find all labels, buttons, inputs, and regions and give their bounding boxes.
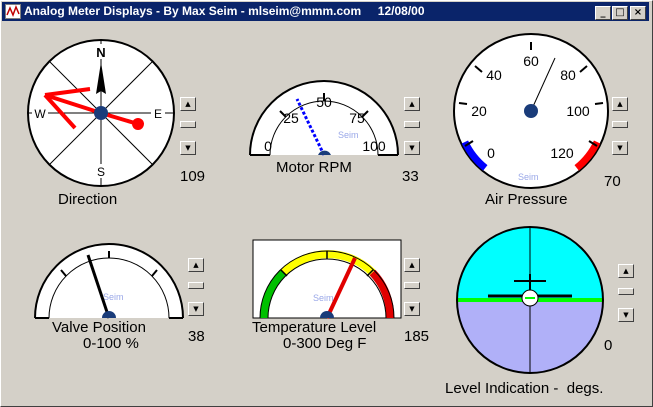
temp-value: 185 bbox=[404, 328, 430, 345]
pressure-up-button[interactable]: ▲ bbox=[612, 97, 628, 111]
rpm-spinner[interactable]: ▲ ▼ bbox=[404, 97, 420, 159]
pressure-tick-60: 60 bbox=[523, 53, 539, 69]
pressure-gauge: 0 20 40 60 80 100 120 Seim bbox=[453, 33, 609, 189]
rpm-tick-50: 50 bbox=[316, 94, 332, 110]
rpm-up-button[interactable]: ▲ bbox=[404, 97, 420, 111]
level-label: Level Indication - degs. bbox=[445, 380, 604, 397]
rpm-tick-25: 25 bbox=[283, 110, 299, 126]
valve-down-button[interactable]: ▼ bbox=[188, 302, 204, 316]
valve-up-button[interactable]: ▲ bbox=[188, 258, 204, 272]
pressure-tick-80: 80 bbox=[560, 67, 576, 83]
rpm-tick-0: 0 bbox=[264, 138, 272, 154]
pressure-tick-20: 20 bbox=[471, 103, 487, 119]
compass-n: N bbox=[96, 45, 105, 60]
rpm-down-button[interactable]: ▼ bbox=[404, 141, 420, 155]
pressure-tick-0: 0 bbox=[487, 145, 495, 161]
level-slider-thumb[interactable] bbox=[618, 288, 634, 295]
valve-watermark: Seim bbox=[103, 292, 124, 302]
direction-slider-thumb[interactable] bbox=[180, 121, 196, 128]
level-gauge bbox=[456, 226, 604, 374]
direction-gauge: N E S W bbox=[27, 39, 175, 187]
direction-label: Direction bbox=[58, 191, 118, 208]
valve-slider-thumb[interactable] bbox=[188, 282, 204, 289]
compass-e: E bbox=[154, 107, 162, 121]
pressure-slider-thumb[interactable] bbox=[612, 121, 628, 128]
temp-spinner[interactable]: ▲ ▼ bbox=[404, 258, 420, 320]
pressure-tick-120: 120 bbox=[550, 145, 574, 161]
pressure-down-button[interactable]: ▼ bbox=[612, 141, 628, 155]
pressure-tick-40: 40 bbox=[486, 67, 502, 83]
pressure-value: 70 bbox=[604, 173, 621, 190]
temp-down-button[interactable]: ▼ bbox=[404, 302, 420, 316]
pressure-watermark: Seim bbox=[518, 172, 539, 182]
valve-sublabel: 0-100 % bbox=[83, 335, 139, 352]
rpm-watermark: Seim bbox=[338, 130, 359, 140]
temp-up-button[interactable]: ▲ bbox=[404, 258, 420, 272]
temp-slider-thumb[interactable] bbox=[404, 282, 420, 289]
level-value: 0 bbox=[604, 337, 613, 354]
rpm-tick-100: 100 bbox=[362, 138, 386, 154]
direction-up-button[interactable]: ▲ bbox=[180, 97, 196, 111]
direction-down-button[interactable]: ▼ bbox=[180, 141, 196, 155]
rpm-tick-75: 75 bbox=[349, 110, 365, 126]
valve-value: 38 bbox=[188, 328, 205, 345]
temp-watermark: Seim bbox=[313, 293, 334, 303]
direction-value: 109 bbox=[180, 168, 206, 185]
compass-s: S bbox=[97, 165, 105, 179]
rpm-value: 33 bbox=[402, 168, 419, 185]
temp-sublabel: 0-300 Deg F bbox=[283, 335, 367, 352]
level-spinner[interactable]: ▲ ▼ bbox=[618, 264, 634, 326]
level-down-button[interactable]: ▼ bbox=[618, 308, 634, 322]
rpm-slider-thumb[interactable] bbox=[404, 121, 420, 128]
pressure-spinner[interactable]: ▲ ▼ bbox=[612, 97, 628, 159]
rpm-gauge: 0 25 50 75 100 Seim bbox=[249, 80, 399, 156]
direction-spinner[interactable]: ▲ ▼ bbox=[180, 97, 196, 159]
temp-label: Temperature Level bbox=[252, 319, 377, 336]
pressure-label: Air Pressure bbox=[485, 191, 568, 208]
level-up-button[interactable]: ▲ bbox=[618, 264, 634, 278]
valve-label: Valve Position bbox=[52, 319, 146, 336]
pressure-tick-100: 100 bbox=[566, 103, 590, 119]
rpm-label: Motor RPM bbox=[276, 159, 352, 176]
compass-w: W bbox=[34, 107, 46, 121]
valve-gauge: Seim bbox=[34, 243, 184, 319]
temperature-gauge: Seim bbox=[252, 239, 402, 319]
valve-spinner[interactable]: ▲ ▼ bbox=[188, 258, 204, 320]
